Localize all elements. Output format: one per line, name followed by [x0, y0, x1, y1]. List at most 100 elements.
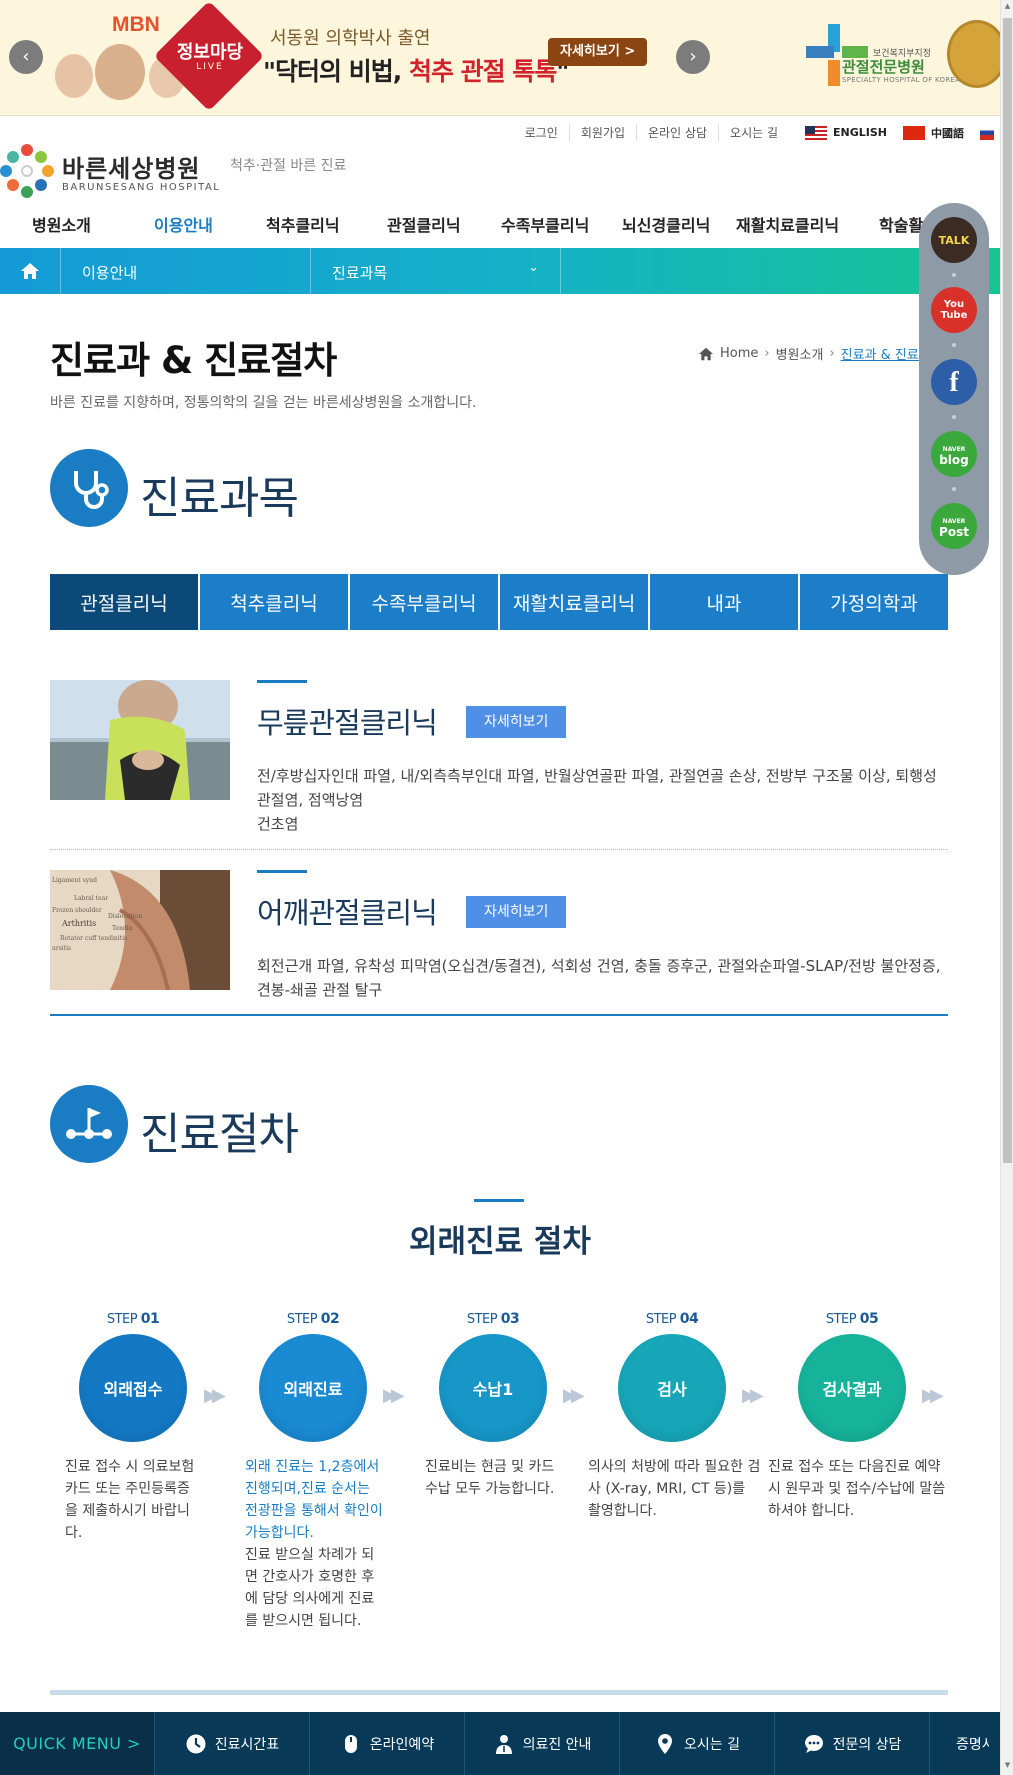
login-link[interactable]: 로그인: [514, 124, 570, 141]
knee-clinic-detail-button[interactable]: 자세히보기: [466, 706, 567, 738]
nav-joint-clinic[interactable]: 관절클리닉: [387, 212, 461, 236]
chevron-down-icon[interactable]: ⌄: [528, 260, 539, 275]
scroll-up-icon[interactable]: ▲: [1003, 2, 1012, 14]
knee-clinic-image: [50, 680, 230, 800]
kakao-talk-icon[interactable]: TALK: [931, 217, 977, 263]
step-2: STEP 02 외래진료 외래 진료는 1,2층에서 진행되며,진료 순서는 전…: [223, 1311, 403, 1632]
lang-english[interactable]: ENGLISH: [805, 125, 887, 140]
nav-spine-clinic[interactable]: 척추클리닉: [266, 212, 340, 236]
clinic-item-knee: 무릎관절클리닉 자세히보기 전/후방십자인대 파열, 내/외측측부인대 파열, …: [50, 680, 948, 850]
tab-spine-clinic[interactable]: 척추클리닉: [200, 574, 348, 630]
banner-headline-1: 서동원 의학박사 출연: [270, 28, 431, 49]
section-process-title: 진료절차: [140, 1109, 299, 1160]
site-logo[interactable]: 바른세상병원 BARUNSESANG HOSPITAL: [0, 144, 220, 198]
main-nav: 병원소개 이용안내 척추클리닉 관절클리닉 수족부클리닉 뇌신경클리닉 재활치료…: [0, 212, 1000, 248]
top-banner[interactable]: ‹ MBN 정보마당 LIVE 서동원 의학박사 출연 "닥터의 비법, 척추 …: [0, 0, 1007, 116]
us-flag-icon: [805, 125, 828, 140]
step-2-label: STEP 02: [286, 1311, 340, 1327]
step-arrow-icon: ▶▶: [383, 1385, 405, 1406]
clinic-divider: [50, 849, 948, 850]
logo-english: BARUNSESANG HOSPITAL: [62, 182, 221, 193]
thumb-word-6: Tendin: [112, 925, 133, 932]
banner-next-arrow-icon[interactable]: ›: [676, 40, 710, 74]
nav-hand-foot-clinic[interactable]: 수족부클리닉: [501, 212, 589, 236]
youtube-icon[interactable]: You Tube: [931, 287, 977, 333]
banner-headline-2: "닥터의 비법, 척추 관절 톡톡": [263, 57, 569, 86]
lang-chinese[interactable]: 中國語: [903, 125, 964, 141]
quick-menu-title[interactable]: QUICK MENU >: [0, 1712, 154, 1775]
signup-link[interactable]: 회원가입: [570, 124, 638, 141]
step-5: STEP 05 검사결과 진료 접수 또는 다음진료 예약 시 원무과 및 접수…: [762, 1311, 945, 1522]
department-tabs: 관절클리닉 척추클리닉 수족부클리닉 재활치료클리닉 내과 가정의학과: [50, 574, 948, 630]
home-icon[interactable]: [0, 248, 60, 294]
breadcrumb-home[interactable]: Home: [720, 346, 758, 361]
scroll-down-icon[interactable]: ▼: [1003, 1761, 1012, 1773]
step-4-text: 의사의 처방에 따라 필요한 검사 (X-ray, MRI, CT 등)를 촬영…: [588, 1459, 761, 1519]
step-arrow-icon: ▶▶: [204, 1385, 226, 1406]
step-3-label: STEP 03: [466, 1311, 520, 1327]
chat-bubble-icon: [804, 1734, 823, 1753]
banner-more-button[interactable]: 자세히보기 >: [548, 38, 648, 66]
nav-guide[interactable]: 이용안내: [154, 212, 213, 236]
step-3: STEP 03 수납1 진료비는 현금 및 카드 수납 모두 가능합니다.: [403, 1311, 583, 1500]
quick-directions[interactable]: 오시는 길: [619, 1712, 774, 1775]
quick-certificate[interactable]: 증명서: [929, 1712, 989, 1775]
hospital-specialty-en: SPECIALTY HOSPITAL OF KOREA: [842, 76, 961, 84]
page-scrollbar[interactable]: ▲ ▼: [1000, 0, 1013, 1775]
mbn-logo: MBN: [112, 13, 160, 36]
section-departments-title: 진료과목: [140, 473, 299, 524]
step-3-circle: 수납1: [439, 1334, 547, 1442]
step-5-circle: 검사결과: [798, 1334, 906, 1442]
quick-online-reservation[interactable]: 온라인예약: [309, 1712, 464, 1775]
quick-consult[interactable]: 전문의 상담: [774, 1712, 929, 1775]
step-1-label: STEP 01: [106, 1311, 160, 1327]
facebook-icon[interactable]: f: [931, 359, 977, 405]
nav-neuro-clinic[interactable]: 뇌신경클리닉: [622, 212, 710, 236]
cn-flag-icon: [903, 125, 925, 140]
quick-doctors[interactable]: 의료진 안내: [464, 1712, 619, 1775]
shoulder-clinic-description: 회전근개 파열, 유착성 피막염(오십견/동결견), 석회성 건염, 충돌 증후…: [257, 957, 941, 999]
process-flag-icon: [50, 1085, 128, 1163]
directions-link[interactable]: 오시는 길: [719, 124, 789, 141]
page-title: 진료과 & 진료절차: [50, 339, 337, 382]
tab-joint-clinic[interactable]: 관절클리닉: [50, 574, 198, 630]
lang-russian[interactable]: [980, 125, 1000, 140]
sub-navigation-bar: 이용안내 진료과목 ⌄: [0, 248, 1000, 294]
tab-internal-medicine[interactable]: 내과: [650, 574, 798, 630]
naver-blog-icon[interactable]: NAVER blog: [931, 431, 977, 477]
quick-menu-bar: QUICK MENU > 진료시간표 온라인예약 의료진 안내 오시는 길 전문…: [0, 1712, 1000, 1775]
clock-icon: [186, 1734, 206, 1753]
program-badge-sub: LIVE: [196, 62, 224, 72]
quick-schedule[interactable]: 진료시간표: [154, 1712, 309, 1775]
step-arrow-icon: ▶▶: [922, 1385, 944, 1406]
banner-prev-arrow-icon[interactable]: ‹: [9, 40, 43, 74]
nav-rehab-clinic[interactable]: 재활치료클리닉: [736, 212, 839, 236]
mouse-icon: [344, 1734, 357, 1753]
shoulder-clinic-detail-button[interactable]: 자세히보기: [466, 896, 567, 928]
thumb-word-7: Rotator cuff tendinitis: [60, 935, 127, 942]
tab-family-medicine[interactable]: 가정의학과: [800, 574, 948, 630]
breadcrumb-home-icon[interactable]: [698, 347, 714, 361]
step-2-text-blue: 외래 진료는 1,2층에서 진행되며,진료 순서는 전광판을 통해서 확인이 가…: [245, 1459, 383, 1541]
thumb-word-8: ursitis: [52, 945, 71, 952]
scrollbar-thumb[interactable]: [1003, 18, 1012, 1163]
step-2-circle: 외래진료: [259, 1334, 367, 1442]
process-title-bar: [474, 1199, 524, 1202]
social-sidebar: TALK You Tube f NAVER blog NAVER Post: [919, 203, 989, 575]
step-3-text: 진료비는 현금 및 카드 수납 모두 가능합니다.: [425, 1459, 555, 1497]
logo-tagline: 척추·관절 바른 진료: [230, 158, 347, 174]
program-badge-title: 정보마당: [176, 42, 244, 63]
thumb-word-4: Dislocation: [108, 913, 142, 920]
tab-rehab-clinic[interactable]: 재활치료클리닉: [500, 574, 648, 630]
subbar-dropdown[interactable]: 진료과목: [332, 262, 387, 283]
online-consult-link[interactable]: 온라인 상담: [637, 124, 720, 141]
nav-about[interactable]: 병원소개: [32, 212, 91, 236]
subbar-current-section[interactable]: 이용안내: [82, 262, 137, 283]
ru-flag-icon: [980, 125, 994, 140]
tab-hand-foot-clinic[interactable]: 수족부클리닉: [350, 574, 498, 630]
breadcrumb: Home › 병원소개 › 진료과 & 진료절차: [698, 344, 943, 363]
breadcrumb-about[interactable]: 병원소개: [776, 344, 824, 363]
doctor-icon: [495, 1734, 512, 1754]
naver-post-icon[interactable]: NAVER Post: [931, 503, 977, 549]
step-2-text: 진료 받으실 차례가 되면 간호사가 호명한 후에 담당 의사에게 진료를 받으…: [245, 1547, 375, 1629]
